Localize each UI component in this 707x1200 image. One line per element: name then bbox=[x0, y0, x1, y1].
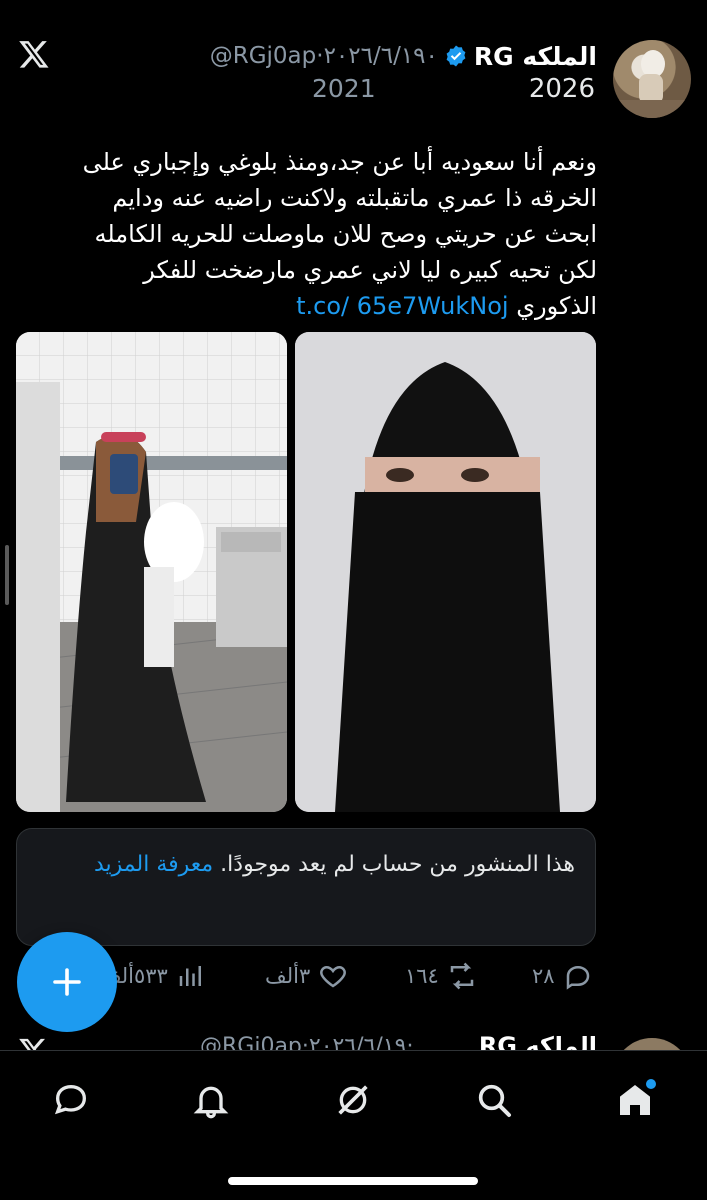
tweet-actions: ٥٣٣ألف ٣ألف ١٦٤ ٢٨ bbox=[100, 956, 600, 996]
nav-notifications[interactable] bbox=[186, 1075, 236, 1125]
x-logo-icon[interactable] bbox=[18, 1036, 48, 1050]
messages-icon bbox=[54, 1084, 87, 1115]
reply-icon bbox=[566, 965, 589, 990]
media-image-right[interactable] bbox=[295, 332, 596, 812]
author-name[interactable]: الملكه RG bbox=[474, 42, 597, 71]
year-left: 2021 bbox=[312, 74, 376, 103]
repost-icon bbox=[450, 962, 474, 990]
like-button[interactable]: ٣ألف bbox=[265, 956, 348, 996]
media-image-left[interactable] bbox=[16, 332, 287, 812]
next-author-handle: @RGj0ap·٢٠٢٦/٦/١٩· bbox=[200, 1034, 414, 1050]
tweet-header: الملكه RG @RGj0ap·٢٠٢٦/٦/١٩٠ bbox=[97, 36, 597, 76]
x-logo-icon[interactable] bbox=[18, 38, 50, 70]
bell-icon bbox=[193, 1086, 229, 1119]
home-indicator bbox=[228, 1177, 478, 1185]
home-notification-dot bbox=[646, 1079, 656, 1089]
year-right: 2026 bbox=[528, 74, 595, 104]
next-tweet-peek[interactable]: @RGj0ap·٢٠٢٦/٦/١٩· الملكه RG bbox=[0, 1032, 707, 1050]
repost-button[interactable]: ١٦٤ bbox=[405, 956, 477, 996]
next-author-avatar[interactable] bbox=[613, 1038, 691, 1050]
heart-icon bbox=[320, 965, 347, 988]
reply-button[interactable]: ٢٨ bbox=[532, 956, 593, 996]
views-icon bbox=[179, 966, 201, 986]
unavailable-post-notice: هذا المنشور من حساب لم يعد موجودًا. معرف… bbox=[16, 828, 596, 946]
likes-count: ٣ألف bbox=[265, 964, 311, 988]
verified-badge-icon bbox=[446, 45, 466, 67]
tweet-text: ونعم أنا سعوديه أبا عن جد،ومنذ بلوغي وإج… bbox=[57, 144, 597, 324]
bottom-navigation bbox=[0, 1050, 707, 1200]
grok-icon bbox=[338, 1085, 368, 1115]
nav-home[interactable] bbox=[610, 1075, 660, 1125]
notice-text: هذا المنشور من حساب لم يعد موجودًا. bbox=[220, 852, 575, 877]
plus-icon bbox=[53, 968, 81, 996]
scrollbar[interactable] bbox=[5, 545, 9, 605]
compose-button[interactable] bbox=[17, 932, 117, 1032]
search-icon bbox=[478, 1084, 511, 1117]
learn-more-link[interactable]: معرفة المزيد bbox=[94, 852, 213, 877]
author-avatar[interactable] bbox=[613, 40, 691, 118]
author-handle-date[interactable]: @RGj0ap·٢٠٢٦/٦/١٩٠ bbox=[210, 43, 438, 69]
nav-search[interactable] bbox=[469, 1075, 519, 1125]
nav-grok[interactable] bbox=[328, 1075, 378, 1125]
reposts-count: ١٦٤ bbox=[405, 964, 439, 988]
next-author-name: الملكه RG bbox=[478, 1032, 597, 1050]
nav-messages[interactable] bbox=[46, 1075, 96, 1125]
tweet-link[interactable]: t.co/ 65e7WukNoj bbox=[296, 292, 509, 320]
replies-count: ٢٨ bbox=[532, 964, 555, 988]
